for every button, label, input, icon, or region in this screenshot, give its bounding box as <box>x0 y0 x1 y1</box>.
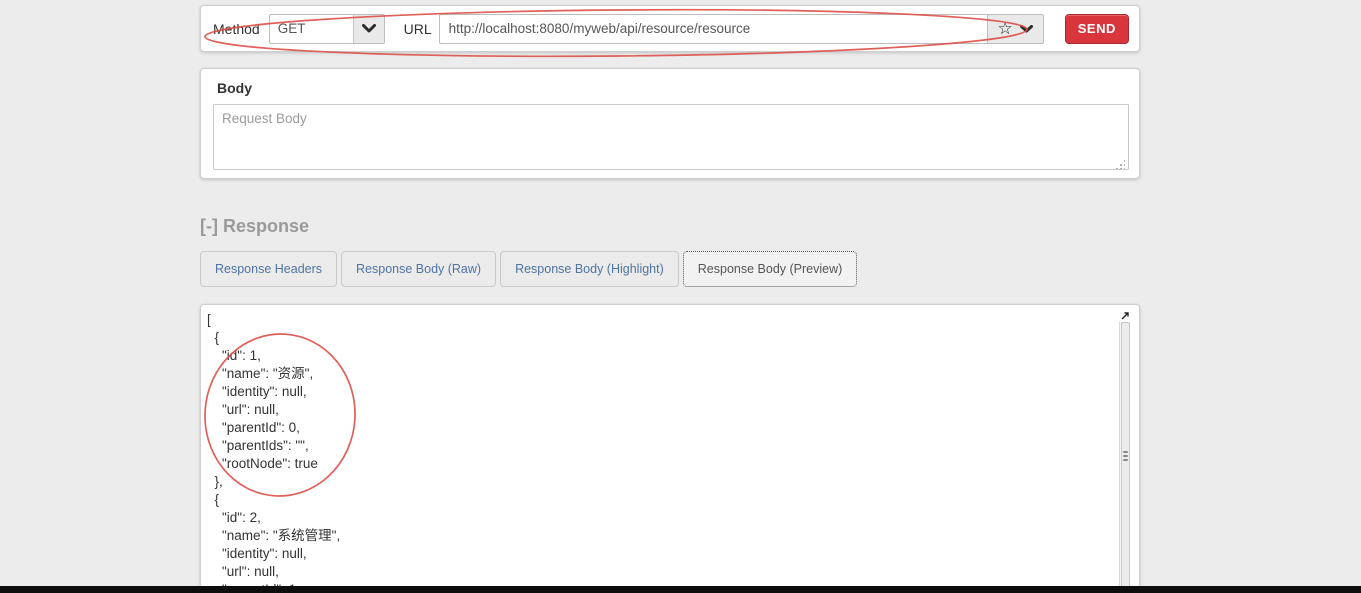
response-json-text: [ { "id": 1, "name": "资源", "identity": n… <box>207 312 341 593</box>
response-panel: [ { "id": 1, "name": "资源", "identity": n… <box>200 304 1140 593</box>
scrollbar-track[interactable] <box>1119 322 1130 593</box>
scrollbar-grip-icon <box>1123 449 1128 463</box>
body-panel: Body <box>200 68 1140 179</box>
response-tabs: Response Headers Response Body (Raw) Respo… <box>200 251 858 287</box>
star-icon: ☆ <box>997 19 1013 38</box>
response-tab-1[interactable]: Response Body (Raw) <box>341 251 497 287</box>
response-tab-2[interactable]: Response Body (Highlight) <box>500 251 679 287</box>
scrollbar-arrow-icon[interactable] <box>1120 309 1131 321</box>
url-group: ☆ <box>438 13 1044 44</box>
taskbar-edge <box>0 586 1361 593</box>
body-panel-title: Body <box>217 80 252 96</box>
send-button[interactable]: SEND <box>1064 13 1129 44</box>
response-section-title: [-] Response <box>200 216 310 236</box>
method-select-value: GET <box>277 21 306 36</box>
url-input[interactable] <box>438 13 987 44</box>
chevron-down-icon <box>1019 20 1033 38</box>
method-select[interactable]: GET <box>268 13 385 44</box>
scrollbar-thumb[interactable] <box>1121 322 1130 589</box>
method-label: Method <box>213 20 260 37</box>
response-tab-3[interactable]: Response Body (Preview) <box>682 251 858 287</box>
rest-client-page: Method GET URL ☆ SEND Body [-] Response … <box>0 0 1361 593</box>
chevron-down-icon <box>352 14 384 43</box>
favorites-dropdown-button[interactable]: ☆ <box>986 13 1044 44</box>
response-tab-0[interactable]: Response Headers <box>200 251 338 287</box>
request-bar: Method GET URL ☆ SEND <box>200 5 1140 52</box>
response-preview: [ { "id": 1, "name": "资源", "identity": n… <box>201 305 1117 593</box>
request-body-textarea[interactable] <box>213 104 1129 170</box>
url-label: URL <box>403 20 432 37</box>
response-scrollbar[interactable] <box>1119 307 1131 593</box>
